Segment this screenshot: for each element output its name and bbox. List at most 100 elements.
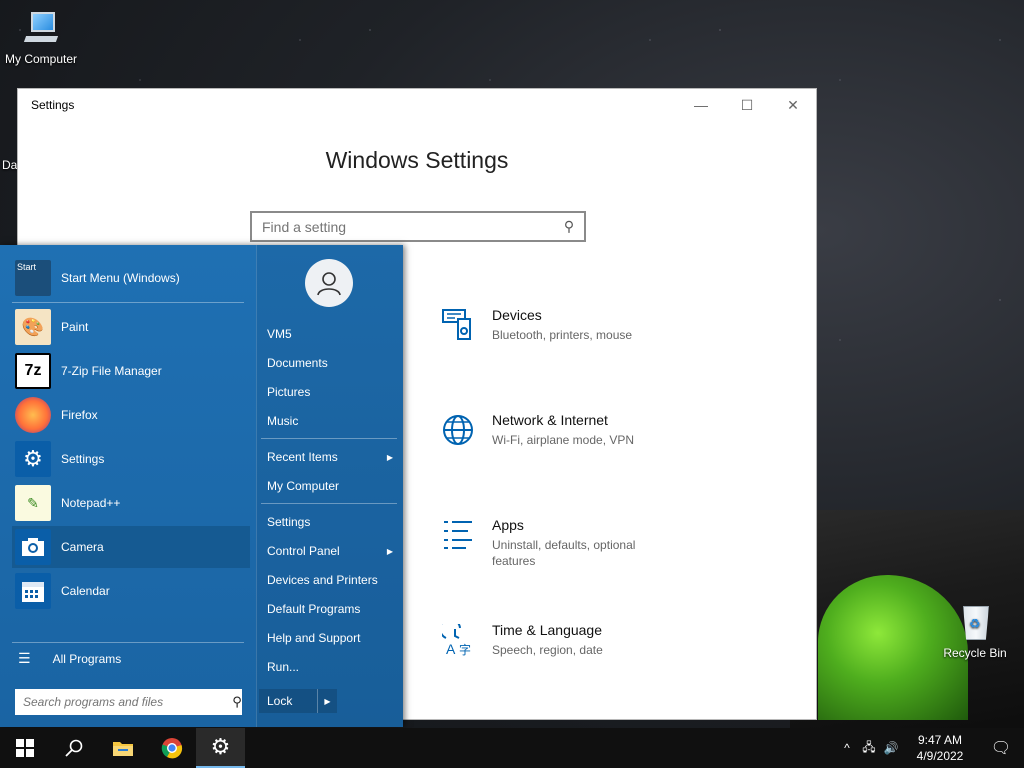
- desktop-icon-partial-label[interactable]: Da: [2, 158, 17, 172]
- app-label: Start Menu (Windows): [61, 271, 180, 285]
- tile-subtitle: Bluetooth, printers, mouse: [492, 328, 633, 342]
- firefox-icon: [15, 397, 51, 433]
- places-item-settings[interactable]: Settings: [267, 515, 397, 529]
- close-button[interactable]: ✕: [770, 89, 816, 121]
- tile-subtitle: Speech, region, date: [492, 643, 603, 657]
- app-label: Settings: [61, 452, 105, 466]
- separator: [261, 438, 397, 439]
- places-item-label: Music: [267, 414, 299, 428]
- taskbar: ⚙ ^ 🖧 🔊 9:47 AM 4/9/2022 🗨: [0, 728, 1024, 768]
- chevron-up-icon[interactable]: ^: [836, 741, 858, 755]
- network-icon[interactable]: 🖧: [858, 738, 880, 759]
- recycle-bin-icon: ♻: [955, 602, 995, 642]
- places-item-vm5[interactable]: VM5: [267, 327, 397, 341]
- places-item-control-panel[interactable]: Control Panel ▶: [267, 544, 397, 558]
- user-avatar[interactable]: [305, 259, 353, 307]
- window-title: Settings: [31, 98, 75, 112]
- apps-list-icon: [442, 517, 492, 569]
- places-item-label: Pictures: [267, 385, 311, 399]
- all-programs-button[interactable]: ☰ All Programs: [18, 650, 121, 667]
- paint-icon: 🎨: [15, 309, 51, 345]
- tile-network-internet[interactable]: Network & Internet Wi-Fi, airplane mode,…: [442, 412, 702, 453]
- places-item-pictures[interactable]: Pictures: [267, 385, 397, 399]
- taskbar-chrome[interactable]: [147, 728, 196, 768]
- clock-time: 9:47 AM: [917, 733, 963, 747]
- maximize-button[interactable]: ☐: [724, 89, 770, 121]
- places-item-recent-items[interactable]: Recent Items ▶: [267, 450, 397, 464]
- places-item-label: Control Panel: [267, 544, 340, 558]
- places-item-devices-printers[interactable]: Devices and Printers: [267, 573, 397, 587]
- places-item-label: Settings: [267, 515, 311, 529]
- search-icon[interactable]: ⚲: [554, 218, 584, 235]
- app-firefox[interactable]: Firefox: [12, 394, 250, 436]
- windows-start-button[interactable]: [0, 728, 49, 768]
- submenu-arrow-icon: ▶: [386, 453, 393, 462]
- separator: [12, 302, 244, 303]
- tile-subtitle: Wi-Fi, airplane mode, VPN: [492, 433, 635, 447]
- places-item-music[interactable]: Music: [267, 414, 397, 428]
- settings-search-input[interactable]: [262, 218, 554, 235]
- title-bar[interactable]: Settings — ☐ ✕: [18, 89, 816, 121]
- app-calendar[interactable]: Calendar: [12, 570, 250, 612]
- places-item-label: Help and Support: [267, 631, 361, 645]
- gear-icon: ⚙: [15, 441, 51, 477]
- search-icon: [64, 739, 82, 757]
- minimize-button[interactable]: —: [678, 89, 724, 121]
- places-item-run[interactable]: Run...: [267, 660, 397, 674]
- submenu-arrow-icon: ▶: [386, 547, 393, 556]
- places-item-label: Default Programs: [267, 602, 361, 616]
- app-7zip[interactable]: 7z 7-Zip File Manager: [12, 350, 250, 392]
- lock-options-arrow-icon[interactable]: ▶: [317, 689, 337, 713]
- start-menu: Start Start Menu (Windows) 🎨 Paint 7z 7-…: [0, 245, 403, 727]
- separator: [12, 642, 244, 643]
- desktop-icon-my-computer[interactable]: My Computer: [0, 8, 82, 66]
- notepad-plus-plus-icon: ✎: [15, 485, 51, 521]
- app-paint[interactable]: 🎨 Paint: [12, 306, 250, 348]
- desktop-icon-label: Recycle Bin: [943, 646, 1007, 660]
- search-icon[interactable]: ⚲: [220, 694, 242, 710]
- taskbar-search-button[interactable]: [49, 728, 98, 768]
- chrome-icon: [161, 738, 182, 759]
- windows-start-icon: [15, 739, 34, 757]
- clock[interactable]: 9:47 AM 4/9/2022: [902, 732, 978, 764]
- taskbar-settings[interactable]: ⚙: [196, 728, 245, 768]
- app-camera[interactable]: Camera: [12, 526, 250, 568]
- tile-title: Network & Internet: [492, 412, 608, 428]
- start-search-input[interactable]: [23, 695, 220, 709]
- volume-icon[interactable]: 🔊: [880, 741, 902, 755]
- places-item-label: Run...: [267, 660, 300, 674]
- places-item-my-computer[interactable]: My Computer: [267, 479, 397, 493]
- tile-title: Time & Language: [492, 622, 602, 638]
- globe-icon: [442, 412, 492, 453]
- taskbar-file-explorer[interactable]: [98, 728, 147, 768]
- app-label: Paint: [61, 320, 89, 334]
- svg-text:A: A: [446, 641, 456, 656]
- lock-button[interactable]: Lock: [259, 689, 317, 713]
- places-item-documents[interactable]: Documents: [267, 356, 397, 370]
- tile-devices[interactable]: Devices Bluetooth, printers, mouse: [442, 307, 702, 348]
- places-item-default-programs[interactable]: Default Programs: [267, 602, 397, 616]
- app-settings[interactable]: ⚙ Settings: [12, 438, 250, 480]
- tile-apps[interactable]: Apps Uninstall, defaults, optional featu…: [442, 517, 702, 569]
- tile-subtitle: Uninstall, defaults, optional features: [492, 538, 636, 568]
- devices-icon: [442, 307, 492, 348]
- start-search-box[interactable]: ⚲: [15, 689, 242, 715]
- all-programs-label: All Programs: [52, 651, 122, 666]
- separator: [261, 503, 397, 504]
- places-item-help-support[interactable]: Help and Support: [267, 631, 397, 645]
- notification-center-icon[interactable]: 🗨: [978, 738, 1024, 758]
- settings-search[interactable]: ⚲: [250, 211, 586, 242]
- svg-text:字: 字: [459, 642, 471, 656]
- app-notepad-plus-plus[interactable]: ✎ Notepad++: [12, 482, 250, 524]
- desktop-icon-recycle-bin[interactable]: ♻ Recycle Bin: [934, 602, 1016, 660]
- app-start-menu[interactable]: Start Start Menu (Windows): [12, 257, 250, 299]
- camera-icon: [15, 529, 51, 565]
- app-label: Calendar: [61, 584, 110, 598]
- places-item-label: Documents: [267, 356, 328, 370]
- tile-title: Apps: [492, 517, 524, 533]
- tile-time-language[interactable]: A字 Time & Language Speech, region, date: [439, 617, 702, 663]
- lock-split-button[interactable]: Lock ▶: [259, 689, 337, 713]
- computer-icon: [21, 8, 61, 48]
- 7zip-icon: 7z: [15, 353, 51, 389]
- start-menu-programs: Start Start Menu (Windows) 🎨 Paint 7z 7-…: [0, 245, 256, 727]
